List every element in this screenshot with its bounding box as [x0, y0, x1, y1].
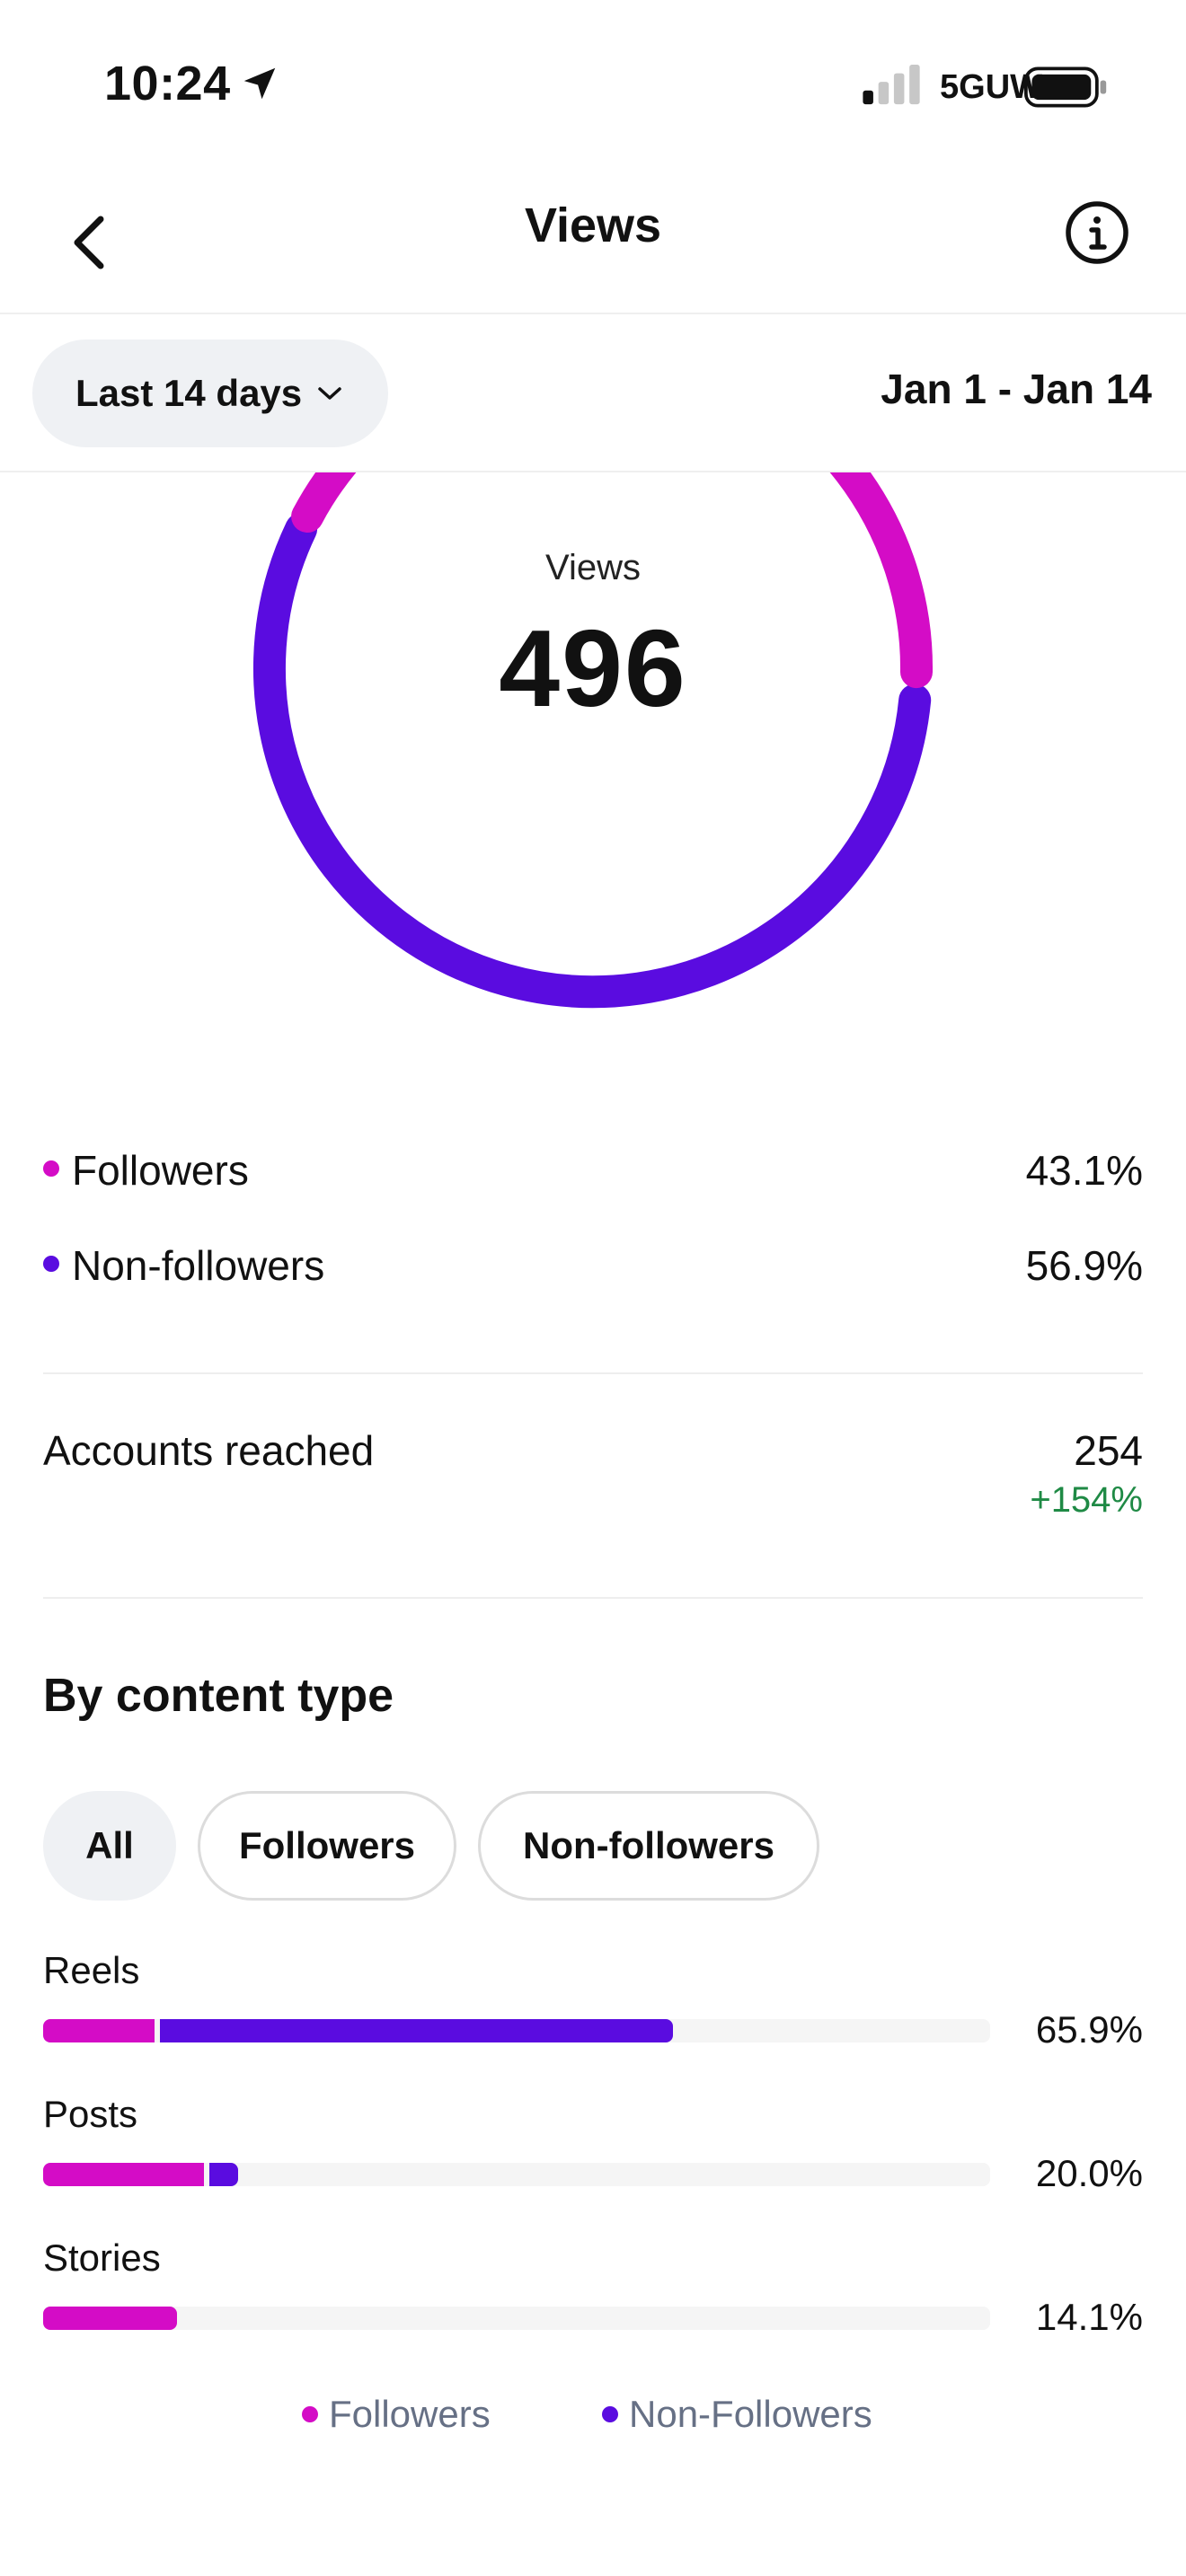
bar-track-stories — [43, 2307, 990, 2330]
followers-dot — [43, 1160, 59, 1177]
filter-bar: Last 14 days Jan 1 - Jan 14 — [0, 316, 1186, 472]
non-followers-arc — [252, 513, 932, 1009]
chip-followers[interactable]: Followers — [198, 1791, 456, 1901]
status-bar: 10:24 5GUW — [0, 0, 1186, 171]
legend-followers: Followers — [302, 2393, 491, 2436]
accounts-reached-change: +154% — [1030, 1480, 1143, 1520]
chevron-down-icon — [318, 387, 341, 400]
header: Views — [0, 171, 1186, 314]
posts-non-followers-bar — [209, 2163, 238, 2186]
divider — [43, 1597, 1143, 1599]
split-label: Non-followers — [72, 1242, 325, 1289]
legend-followers-dot — [302, 2406, 318, 2422]
section-title: By content type — [43, 1670, 394, 1722]
reels-followers-bar — [43, 2019, 155, 2042]
bar-label-reels: Reels — [43, 1949, 140, 1991]
chip-non-followers[interactable]: Non-followers — [478, 1791, 819, 1901]
legend-non-followers: Non-Followers — [602, 2393, 872, 2436]
split-row-non-followers: Non-followers 56.9% — [43, 1232, 1143, 1295]
bar-label-posts: Posts — [43, 2093, 138, 2135]
chip-all[interactable]: All — [43, 1791, 176, 1901]
period-dropdown[interactable]: Last 14 days — [32, 340, 388, 447]
views-donut-chart: Views 496 — [0, 472, 1186, 1047]
bar-value-reels: 65.9% — [1035, 2008, 1143, 2051]
divider — [43, 1372, 1143, 1374]
views-count: 496 — [499, 607, 687, 729]
reels-non-followers-bar — [160, 2019, 673, 2042]
stories-followers-bar — [43, 2307, 177, 2330]
bar-track-posts — [43, 2163, 990, 2186]
split-row-followers: Followers 43.1% — [43, 1137, 1143, 1200]
split-value: 56.9% — [1025, 1242, 1143, 1289]
bar-value-posts: 20.0% — [1035, 2152, 1143, 2194]
location-arrow-icon — [243, 67, 276, 100]
accounts-reached-value: 254 — [1074, 1427, 1143, 1474]
views-insights-screen: 10:24 5GUW Views Last 14 days Jan 1 - Ja… — [0, 0, 1186, 2576]
bar-value-stories: 14.1% — [1035, 2296, 1143, 2338]
period-dropdown-label: Last 14 days — [75, 372, 303, 414]
non-followers-dot — [43, 1256, 59, 1272]
legend-label: Non-Followers — [629, 2393, 872, 2435]
page-title: Views — [524, 198, 662, 252]
posts-followers-bar — [43, 2163, 205, 2186]
info-icon[interactable] — [1058, 194, 1136, 271]
status-time: 10:24 — [104, 57, 231, 110]
battery-icon — [1024, 66, 1107, 108]
split-value: 43.1% — [1025, 1147, 1143, 1194]
bar-track-reels — [43, 2019, 990, 2042]
donut-label: Views — [545, 548, 641, 587]
accounts-reached-label: Accounts reached — [43, 1427, 375, 1474]
split-label: Followers — [72, 1147, 249, 1194]
date-range: Jan 1 - Jan 14 — [881, 366, 1152, 412]
signal-icon — [863, 65, 920, 105]
bar-label-stories: Stories — [43, 2236, 161, 2279]
legend-label: Followers — [329, 2393, 491, 2435]
legend-non-followers-dot — [602, 2406, 618, 2422]
